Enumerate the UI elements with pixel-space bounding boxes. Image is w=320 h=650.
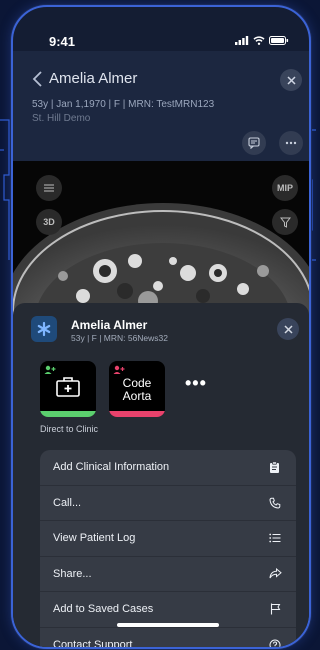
code-aorta-tile[interactable]: Code Aorta [109, 361, 165, 417]
person-add-icon [44, 365, 56, 374]
home-indicator[interactable] [117, 623, 219, 627]
close-icon [286, 75, 296, 85]
mip-label: MIP [276, 183, 293, 193]
header-facility: St. Hill Demo [32, 113, 91, 124]
menu-item-label: Call... [53, 496, 82, 509]
menu-item-label: Add to Saved Cases [53, 603, 154, 616]
menu-item-share[interactable]: Share... [40, 557, 296, 592]
status-bar: 9:41 [13, 7, 309, 49]
back-chevron-icon[interactable] [31, 69, 45, 89]
patient-action-sheet: Amelia Almer 53y | F | MRN: 56News32 Cod… [13, 303, 309, 647]
ct-scan-viewer[interactable]: MIP 3D [13, 161, 309, 321]
filter-button[interactable] [272, 209, 298, 235]
clipboard-icon [268, 460, 282, 474]
menu-item-call[interactable]: Call... [40, 486, 296, 521]
menu-item-add-clinical-information[interactable]: Add Clinical Information [40, 450, 296, 486]
menu-item-label: Add Clinical Information [53, 461, 170, 474]
direct-to-clinic-tile[interactable] [40, 361, 96, 417]
chat-button[interactable] [242, 131, 266, 155]
chat-icon [248, 137, 260, 149]
medical-star-icon [37, 321, 51, 337]
menu-item-label: View Patient Log [53, 532, 136, 545]
tile-status-bar-green [40, 411, 96, 417]
medical-kit-icon [56, 377, 80, 397]
menu-item-view-patient-log[interactable]: View Patient Log [40, 521, 296, 557]
signal-icon [235, 36, 249, 45]
flag-icon [268, 602, 282, 616]
3d-button[interactable]: 3D [36, 209, 62, 235]
action-menu: Add Clinical Information Call... View Pa… [40, 450, 296, 649]
direct-to-clinic-caption: Direct to Clinic [40, 424, 99, 434]
patient-avatar [31, 316, 57, 342]
3d-label: 3D [43, 217, 55, 227]
sheet-patient-name: Amelia Almer [71, 318, 148, 332]
battery-icon [269, 36, 289, 45]
mip-button[interactable]: MIP [272, 175, 298, 201]
code-aorta-line2: Aorta [122, 389, 152, 403]
tile-status-bar-pink [109, 411, 165, 417]
header-close-button[interactable] [280, 69, 302, 91]
status-icons [235, 36, 289, 45]
adjust-button[interactable] [36, 175, 62, 201]
help-icon [268, 638, 282, 647]
header-patient-name: Amelia Almer [49, 70, 138, 87]
filter-icon [279, 217, 291, 228]
share-icon [268, 567, 282, 581]
more-actions-button[interactable]: ••• [185, 373, 207, 394]
wifi-icon [253, 36, 265, 45]
patient-header: Amelia Almer 53y | Jan 1,1970 | F | MRN:… [13, 51, 309, 161]
phone-frame: 9:41 Amelia Almer 53y | Jan 1,1970 | F |… [11, 5, 311, 649]
person-add-icon [113, 365, 125, 374]
sliders-icon [44, 184, 54, 192]
code-aorta-label: Code Aorta [109, 377, 165, 403]
close-icon [283, 324, 293, 334]
sheet-close-button[interactable] [277, 318, 299, 340]
menu-item-label: Contact Support [53, 638, 133, 649]
more-horizontal-icon [285, 141, 297, 145]
header-patient-meta: 53y | Jan 1,1970 | F | MRN: TestMRN123 [32, 99, 215, 110]
header-more-button[interactable] [279, 131, 303, 155]
menu-item-contact-support[interactable]: Contact Support [40, 628, 296, 649]
list-icon [268, 531, 282, 545]
sheet-patient-meta: 53y | F | MRN: 56News32 [71, 333, 169, 343]
menu-item-label: Share... [53, 567, 92, 580]
status-time: 9:41 [49, 34, 76, 49]
phone-icon [268, 496, 282, 510]
